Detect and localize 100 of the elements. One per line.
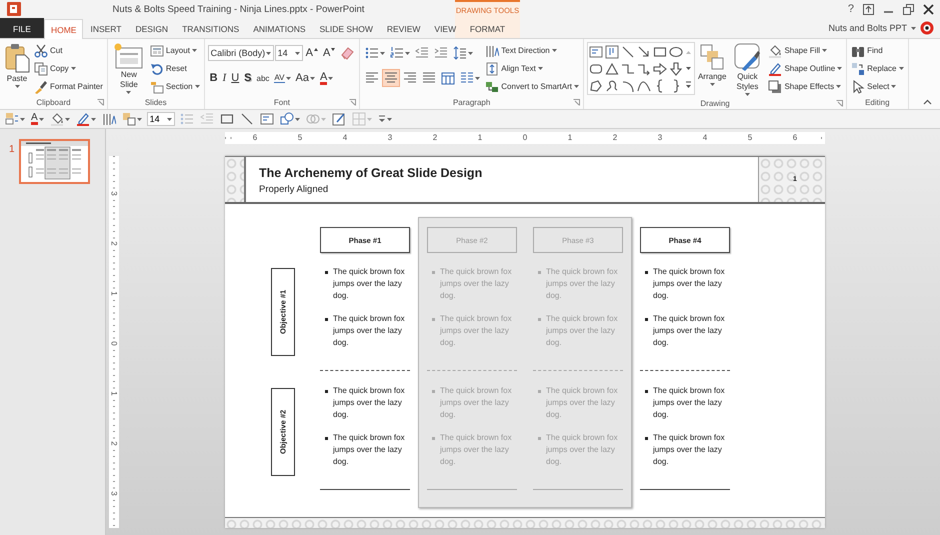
ring-icon[interactable] <box>920 21 934 35</box>
chevron-up-icon[interactable] <box>923 99 932 105</box>
ribbon-command[interactable]: Format Painter <box>33 78 104 95</box>
dropdown-arrow-icon <box>90 118 96 120</box>
ribbon-command[interactable]: Cut <box>33 42 104 59</box>
ribbon-command[interactable]: Shape Fill <box>767 42 844 59</box>
dropdown-arrow-icon <box>710 83 715 86</box>
dropdown-arrow-icon <box>194 85 200 88</box>
dropdown-arrow-icon <box>126 91 132 94</box>
change-case-button[interactable]: Aa <box>294 69 317 87</box>
paste-button[interactable]: Paste <box>3 42 31 89</box>
arc-icon[interactable] <box>620 78 635 92</box>
customize-button[interactable] <box>376 115 393 123</box>
help-button[interactable]: ? <box>848 3 854 15</box>
vertical-textbox-icon[interactable] <box>604 44 619 58</box>
text-direction-button[interactable] <box>100 112 117 126</box>
group-label: Paragraph <box>452 98 490 107</box>
underline-button[interactable]: U <box>229 69 242 87</box>
scribble-icon[interactable] <box>604 78 619 92</box>
ribbon-command[interactable]: Replace <box>850 60 904 77</box>
elbow-arrow-icon[interactable] <box>636 62 651 76</box>
arrow-line-icon[interactable] <box>636 44 651 58</box>
line-button[interactable] <box>238 112 255 126</box>
dropdown-arrow-icon <box>136 118 142 120</box>
dropdown-arrow-icon <box>266 52 271 54</box>
font-color-button[interactable]: A <box>318 69 336 87</box>
edit-shape-button[interactable] <box>330 112 347 126</box>
quick-styles-button[interactable]: Quick Styles <box>729 42 766 97</box>
arrange-list-button[interactable] <box>4 112 26 126</box>
launcher-icon[interactable] <box>349 99 356 106</box>
ribbon-tab[interactable]: INSERT <box>83 18 128 38</box>
shapes-button[interactable] <box>278 112 301 126</box>
restore-ribbon-icon[interactable] <box>863 4 874 14</box>
group-shapes-button[interactable] <box>120 112 143 126</box>
strikethrough-button[interactable]: abc <box>254 69 272 87</box>
ribbon-tab[interactable]: HOME <box>44 19 84 39</box>
ribbon-command[interactable]: Select <box>850 78 904 95</box>
slide-thumbnail[interactable] <box>19 139 90 184</box>
app-icon[interactable] <box>6 1 22 17</box>
arrange-button[interactable]: Arrange <box>696 42 728 87</box>
ribbon-command[interactable]: Section <box>148 78 201 95</box>
curve-icon[interactable] <box>636 78 651 92</box>
italic-button[interactable]: I <box>220 69 228 87</box>
justify-icon <box>422 71 436 85</box>
ribbon-command[interactable]: Convert to SmartArt <box>484 78 580 95</box>
character-spacing-button[interactable]: AV <box>272 69 292 87</box>
ribbon-tab[interactable]: DESIGN <box>128 18 176 38</box>
dropdown-arrow-icon <box>898 67 904 70</box>
elbow-connector-icon[interactable] <box>620 62 635 76</box>
ribbon-command[interactable]: Align Text <box>484 60 580 77</box>
dropdown-arrow-icon <box>405 52 410 54</box>
rectangle-button[interactable] <box>218 112 235 126</box>
launcher-icon[interactable] <box>96 99 104 106</box>
launcher-icon[interactable] <box>572 99 580 106</box>
line-icon[interactable] <box>620 44 635 58</box>
customize-icon <box>378 115 386 123</box>
close-icon[interactable] <box>923 4 934 14</box>
freeform-icon[interactable] <box>588 78 603 92</box>
dropdown-field[interactable]: 14 <box>274 45 303 61</box>
group-label: Editing <box>865 98 890 107</box>
indent-icon <box>434 46 448 60</box>
bullet-text: The quick brown fox jumps over the lazy dog. <box>320 385 410 421</box>
ribbon-command[interactable]: Text Direction <box>484 42 580 59</box>
font-color-button[interactable]: A <box>30 113 45 125</box>
text-shadow-button[interactable]: S <box>242 69 254 87</box>
ribbon-tab[interactable]: FILE <box>0 18 44 38</box>
triangle-icon[interactable] <box>604 62 619 76</box>
pen-button[interactable] <box>74 112 97 126</box>
restore-down-icon[interactable] <box>903 4 914 14</box>
ribbon-command[interactable]: Shape Outline <box>767 60 844 77</box>
ribbon-command[interactable]: Layout <box>148 42 201 59</box>
ribbon-tab[interactable]: REVIEW <box>380 18 428 38</box>
oval-icon[interactable] <box>668 44 683 58</box>
rectangle-icon[interactable] <box>652 44 667 58</box>
ribbon-tab[interactable]: ANIMATIONS <box>246 18 312 38</box>
text-direction-icon <box>102 112 116 126</box>
ribbon-command[interactable]: Shape Effects <box>767 78 844 95</box>
ribbon-command[interactable]: Copy <box>33 60 104 77</box>
textbox-button[interactable] <box>258 112 275 126</box>
launcher-icon[interactable] <box>836 100 844 107</box>
rounded-rectangle-icon[interactable] <box>588 62 603 76</box>
bold-button[interactable]: B <box>208 69 220 87</box>
dropdown-field[interactable]: 14 <box>146 112 175 126</box>
paint-bucket-button[interactable] <box>48 112 71 126</box>
ribbon-tab[interactable]: SLIDE SHOW <box>312 18 380 38</box>
shrink-font-button[interactable]: A <box>320 44 338 62</box>
align-center-button[interactable] <box>382 69 400 87</box>
ribbon-tab[interactable]: TRANSITIONS <box>175 18 246 38</box>
ruler-number: 3 <box>110 190 118 196</box>
grow-font-button[interactable]: A <box>304 44 320 62</box>
dropdown-field[interactable]: Calibri (Body) <box>208 45 274 61</box>
dropdown-arrow-icon <box>744 93 750 96</box>
textbox-icon[interactable] <box>588 44 603 58</box>
new-slide-button[interactable]: New Slide <box>110 42 147 95</box>
line-spacing-button[interactable] <box>451 44 476 62</box>
account-menu[interactable]: Nuts and Bolts PPT <box>828 23 916 33</box>
down-arrow-icon[interactable] <box>668 62 683 76</box>
ribbon-command[interactable]: Reset <box>148 60 201 77</box>
right-arrow-icon[interactable] <box>652 62 667 76</box>
ribbon-command[interactable]: Find <box>850 42 904 59</box>
